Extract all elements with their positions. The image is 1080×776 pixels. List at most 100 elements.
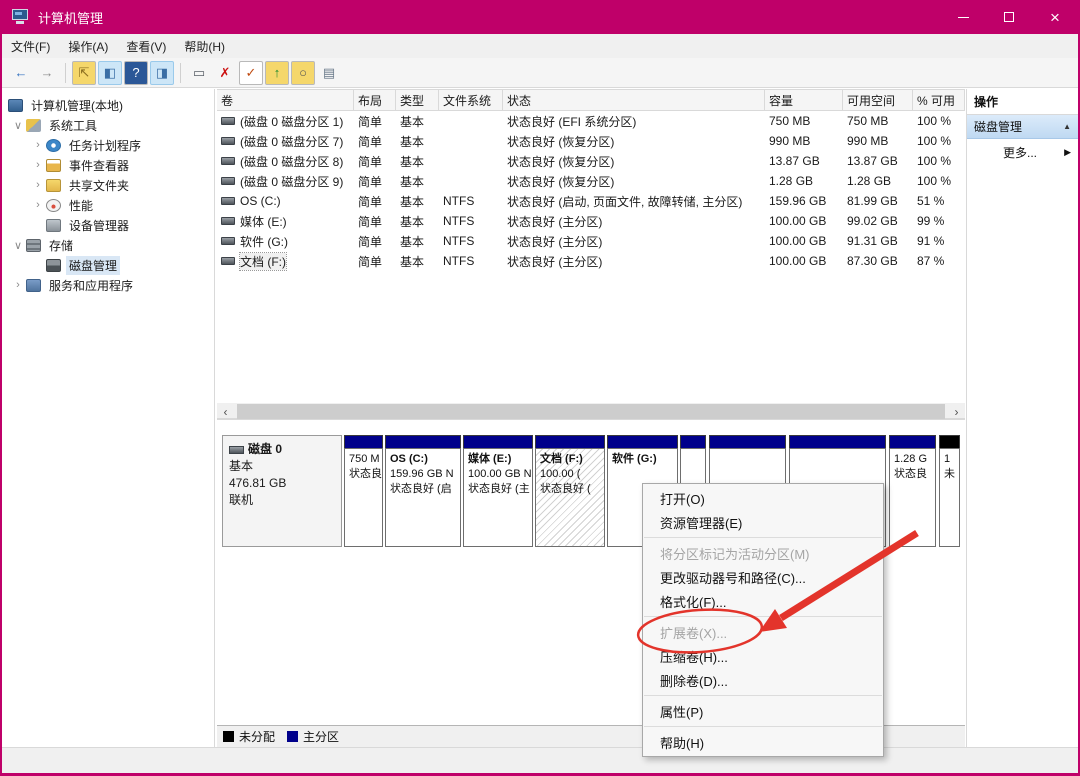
tree-item-label: 共享文件夹 xyxy=(66,176,132,195)
forward-icon[interactable]: → xyxy=(35,61,59,85)
volume-row[interactable]: (磁盘 0 磁盘分区 9)简单基本状态良好 (恢复分区)1.28 GB1.28 … xyxy=(217,171,965,191)
chevron-right-icon[interactable]: › xyxy=(30,139,46,151)
column-header-状态[interactable]: 状态 xyxy=(503,90,765,110)
volume-row[interactable]: 文档 (F:)简单基本NTFS状态良好 (主分区)100.00 GB87.30 … xyxy=(217,251,965,271)
tree-item-label: 设备管理器 xyxy=(66,216,132,235)
help-icon[interactable]: ? xyxy=(124,61,148,85)
partition-block[interactable]: 文档 (F:)100.00 (状态良好 ( xyxy=(535,435,605,547)
close-button[interactable]: × xyxy=(1032,0,1078,34)
volume-icon xyxy=(221,157,235,165)
collapse-icon[interactable]: ▲ xyxy=(1063,122,1071,131)
volume-row[interactable]: 软件 (G:)简单基本NTFS状态良好 (主分区)100.00 GB91.31 … xyxy=(217,231,965,251)
partition-body: 文档 (F:)100.00 (状态良好 ( xyxy=(535,448,605,547)
toolbar-separator xyxy=(65,63,66,83)
tree-item-事件查看器[interactable]: ›事件查看器 xyxy=(2,155,214,175)
tree-item-性能[interactable]: ›性能 xyxy=(2,195,214,215)
scroll-left-icon[interactable]: ‹ xyxy=(217,403,234,420)
context-menu-item-资源管理器(E)[interactable]: 资源管理器(E) xyxy=(643,510,883,534)
tree-item-服务和应用程序[interactable]: ›服务和应用程序 xyxy=(2,275,214,295)
context-menu-item-打开(O)[interactable]: 打开(O) xyxy=(643,486,883,510)
column-header-卷[interactable]: 卷 xyxy=(217,90,354,110)
folder-up-icon[interactable]: ↑ xyxy=(265,61,289,85)
partition-block[interactable]: OS (C:)159.96 GB N状态良好 (启 xyxy=(385,435,461,547)
partition-text: 159.96 GB N xyxy=(390,467,456,482)
disk-0-label[interactable]: 磁盘 0 基本 476.81 GB 联机 xyxy=(222,435,342,547)
volume-row[interactable]: (磁盘 0 磁盘分区 1)简单基本状态良好 (EFI 系统分区)750 MB75… xyxy=(217,111,965,131)
volume-row[interactable]: (磁盘 0 磁盘分区 7)简单基本状态良好 (恢复分区)990 MB990 MB… xyxy=(217,131,965,151)
unallocated-block[interactable]: 1未 xyxy=(939,435,960,547)
volume-cell: 99 % xyxy=(913,211,965,231)
tree-item-设备管理器[interactable]: 设备管理器 xyxy=(2,215,214,235)
volume-row[interactable]: 媒体 (E:)简单基本NTFS状态良好 (主分区)100.00 GB99.02 … xyxy=(217,211,965,231)
scrollbar-thumb[interactable] xyxy=(237,404,945,419)
delete-icon[interactable]: ✗ xyxy=(213,61,237,85)
menu-bar: 文件(F)操作(A)查看(V)帮助(H) xyxy=(2,34,1078,58)
close-icon: × xyxy=(1050,9,1060,26)
partition-block[interactable]: 750 M状态良 xyxy=(344,435,383,547)
disk-drive-icon[interactable]: ▭ xyxy=(187,61,211,85)
horizontal-scrollbar[interactable]: ‹ › xyxy=(217,403,965,420)
volume-row[interactable]: (磁盘 0 磁盘分区 8)简单基本状态良好 (恢复分区)13.87 GB13.8… xyxy=(217,151,965,171)
column-header-文件系统[interactable]: 文件系统 xyxy=(439,90,503,110)
tree-item-系统工具[interactable]: ∨系统工具 xyxy=(2,115,214,135)
volume-cell: 基本 xyxy=(396,111,439,131)
scroll-right-icon[interactable]: › xyxy=(948,403,965,420)
context-menu-item-删除卷(D)...[interactable]: 删除卷(D)... xyxy=(643,668,883,692)
tree-item-共享文件夹[interactable]: › 共享文件夹 xyxy=(2,175,214,195)
volume-icon xyxy=(221,257,235,265)
minimize-button[interactable] xyxy=(940,0,986,34)
actions-more[interactable]: 更多... ▶ xyxy=(967,139,1078,165)
export-list-icon[interactable]: ▤ xyxy=(317,61,341,85)
volume-cell: 简单 xyxy=(354,111,396,131)
tree-item-计算机管理(本地)[interactable]: 计算机管理(本地) xyxy=(2,95,214,115)
menu-file[interactable]: 文件(F) xyxy=(2,34,59,59)
context-menu-item-压缩卷(H)...[interactable]: 压缩卷(H)... xyxy=(643,644,883,668)
partition-block[interactable]: 媒体 (E:)100.00 GB N状态良好 (主 xyxy=(463,435,533,547)
chevron-right-icon[interactable]: › xyxy=(10,279,26,291)
chevron-right-icon[interactable]: › xyxy=(30,179,46,191)
menu-action[interactable]: 操作(A) xyxy=(59,34,117,59)
volume-list-header: 卷布局类型文件系统状态容量可用空间% 可用 xyxy=(217,89,965,111)
context-menu-item-格式化(F)...[interactable]: 格式化(F)... xyxy=(643,589,883,613)
column-header-容量[interactable]: 容量 xyxy=(765,90,843,110)
back-icon[interactable]: ← xyxy=(9,61,33,85)
toolbar: ←→ ⇱◧?◨ ▭✗✓↑○▤ xyxy=(2,58,1078,88)
context-menu-item-更改驱动器号和路径(C)...[interactable]: 更改驱动器号和路径(C)... xyxy=(643,565,883,589)
volume-row[interactable]: OS (C:)简单基本NTFS状态良好 (启动, 页面文件, 故障转储, 主分区… xyxy=(217,191,965,211)
show-console-tree-icon[interactable]: ◧ xyxy=(98,61,122,85)
chevron-right-icon[interactable]: › xyxy=(30,199,46,211)
chevron-down-icon[interactable]: ∨ xyxy=(10,119,26,132)
context-menu-item-将分区标记为活动分区(M): 将分区标记为活动分区(M) xyxy=(643,541,883,565)
column-header-% 可用[interactable]: % 可用 xyxy=(913,90,965,110)
volume-cell: 51 % xyxy=(913,191,965,211)
chevron-down-icon[interactable]: ∨ xyxy=(10,239,26,252)
maximize-button[interactable] xyxy=(986,0,1032,34)
column-header-类型[interactable]: 类型 xyxy=(396,90,439,110)
volume-cell: 简单 xyxy=(354,211,396,231)
show-action-pane-icon[interactable]: ◨ xyxy=(150,61,174,85)
tree-item-存储[interactable]: ∨存储 xyxy=(2,235,214,255)
volume-name: OS (C:) xyxy=(240,194,281,208)
partition-block[interactable]: 1.28 G状态良 xyxy=(889,435,936,547)
volume-cell: 简单 xyxy=(354,151,396,171)
partition-header xyxy=(789,435,886,448)
context-menu-item-帮助(H)[interactable]: 帮助(H) xyxy=(643,730,883,754)
volume-icon xyxy=(221,197,235,205)
up-level-folder-icon[interactable]: ⇱ xyxy=(72,61,96,85)
context-menu-item-属性(P)[interactable]: 属性(P) xyxy=(643,699,883,723)
tree-item-任务计划程序[interactable]: ›任务计划程序 xyxy=(2,135,214,155)
tree-item-磁盘管理[interactable]: 磁盘管理 xyxy=(2,255,214,275)
folder-search-icon[interactable]: ○ xyxy=(291,61,315,85)
performance-icon xyxy=(46,199,61,212)
volume-cell: 159.96 GB xyxy=(765,191,843,211)
actions-group-disk-management[interactable]: 磁盘管理 ▲ xyxy=(967,115,1078,139)
column-header-可用空间[interactable]: 可用空间 xyxy=(843,90,913,110)
chevron-right-icon[interactable]: › xyxy=(30,159,46,171)
menu-view[interactable]: 查看(V) xyxy=(117,34,175,59)
menu-help[interactable]: 帮助(H) xyxy=(175,34,234,59)
volume-cell xyxy=(439,111,503,131)
column-header-布局[interactable]: 布局 xyxy=(354,90,396,110)
volume-name: 软件 (G:) xyxy=(240,233,288,250)
check-document-icon[interactable]: ✓ xyxy=(239,61,263,85)
volume-icon xyxy=(221,137,235,145)
